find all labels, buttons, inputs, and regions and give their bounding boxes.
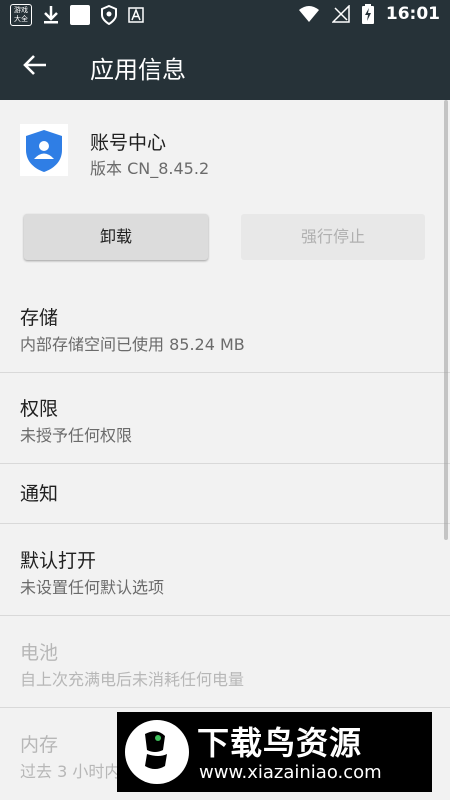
content: 账号中心 版本 CN_8.45.2 卸载 强行停止 存储 内部存储空间已使用 8… [0,100,450,800]
page-title: 应用信息 [90,56,186,84]
app-bar: 应用信息 [0,30,450,100]
settings-row-subtitle: 未设置任何默认选项 [20,578,165,597]
watermark-logo [125,720,189,784]
settings-row-subtitle: 未授予任何权限 [20,426,133,445]
settings-row-subtitle: 过去 3 小时内 [20,762,121,781]
notification-square-icon [70,5,90,25]
app-name: 账号中心 [90,132,167,154]
force-stop-button: 强行停止 [241,214,425,260]
settings-row-notifications[interactable]: 通知 [0,464,450,524]
game-center-icon: 游戏大全 [10,4,32,26]
account-center-app-icon [20,124,68,176]
settings-row-title: 内存 [20,734,59,756]
settings-row-title: 电池 [20,642,59,664]
bird-logo-icon [145,731,167,769]
status-bar-time: 16:01 [385,4,440,24]
download-icon [44,6,58,24]
settings-row-battery: 电池 自上次充满电后未消耗任何电量 [0,616,450,708]
settings-row-title: 通知 [20,483,59,505]
settings-row-subtitle: 自上次充满电后未消耗任何电量 [20,670,245,689]
watermark-url: www.xiazainiao.com [199,762,382,783]
settings-row-open-by-default[interactable]: 默认打开 未设置任何默认选项 [0,524,450,616]
battery-charging-icon [361,4,374,24]
status-bar: 游戏大全 16:01 [0,0,450,30]
watermark-title: 下载鸟资源 [197,724,363,762]
scrollbar[interactable] [444,100,448,540]
settings-row-title: 默认打开 [20,550,97,572]
wifi-icon [298,6,319,22]
settings-row-title: 权限 [20,398,59,420]
settings-row-subtitle: 内部存储空间已使用 85.24 MB [20,335,245,354]
status-bar-left: 游戏大全 [10,4,144,26]
watermark-banner: 下载鸟资源 www.xiazainiao.com [117,712,432,792]
no-signal-icon [331,5,350,23]
shield-notification-icon [101,5,117,25]
settings-row-title: 存储 [20,307,59,329]
settings-row-storage[interactable]: 存储 内部存储空间已使用 85.24 MB [0,281,450,373]
app-version: 版本 CN_8.45.2 [90,159,210,178]
uninstall-button[interactable]: 卸载 [24,214,208,260]
app-header: 账号中心 版本 CN_8.45.2 [0,100,450,190]
letter-a-icon [128,7,144,23]
settings-row-permissions[interactable]: 权限 未授予任何权限 [0,372,450,464]
status-bar-right: 16:01 [298,4,440,24]
back-arrow-icon[interactable] [22,52,48,78]
